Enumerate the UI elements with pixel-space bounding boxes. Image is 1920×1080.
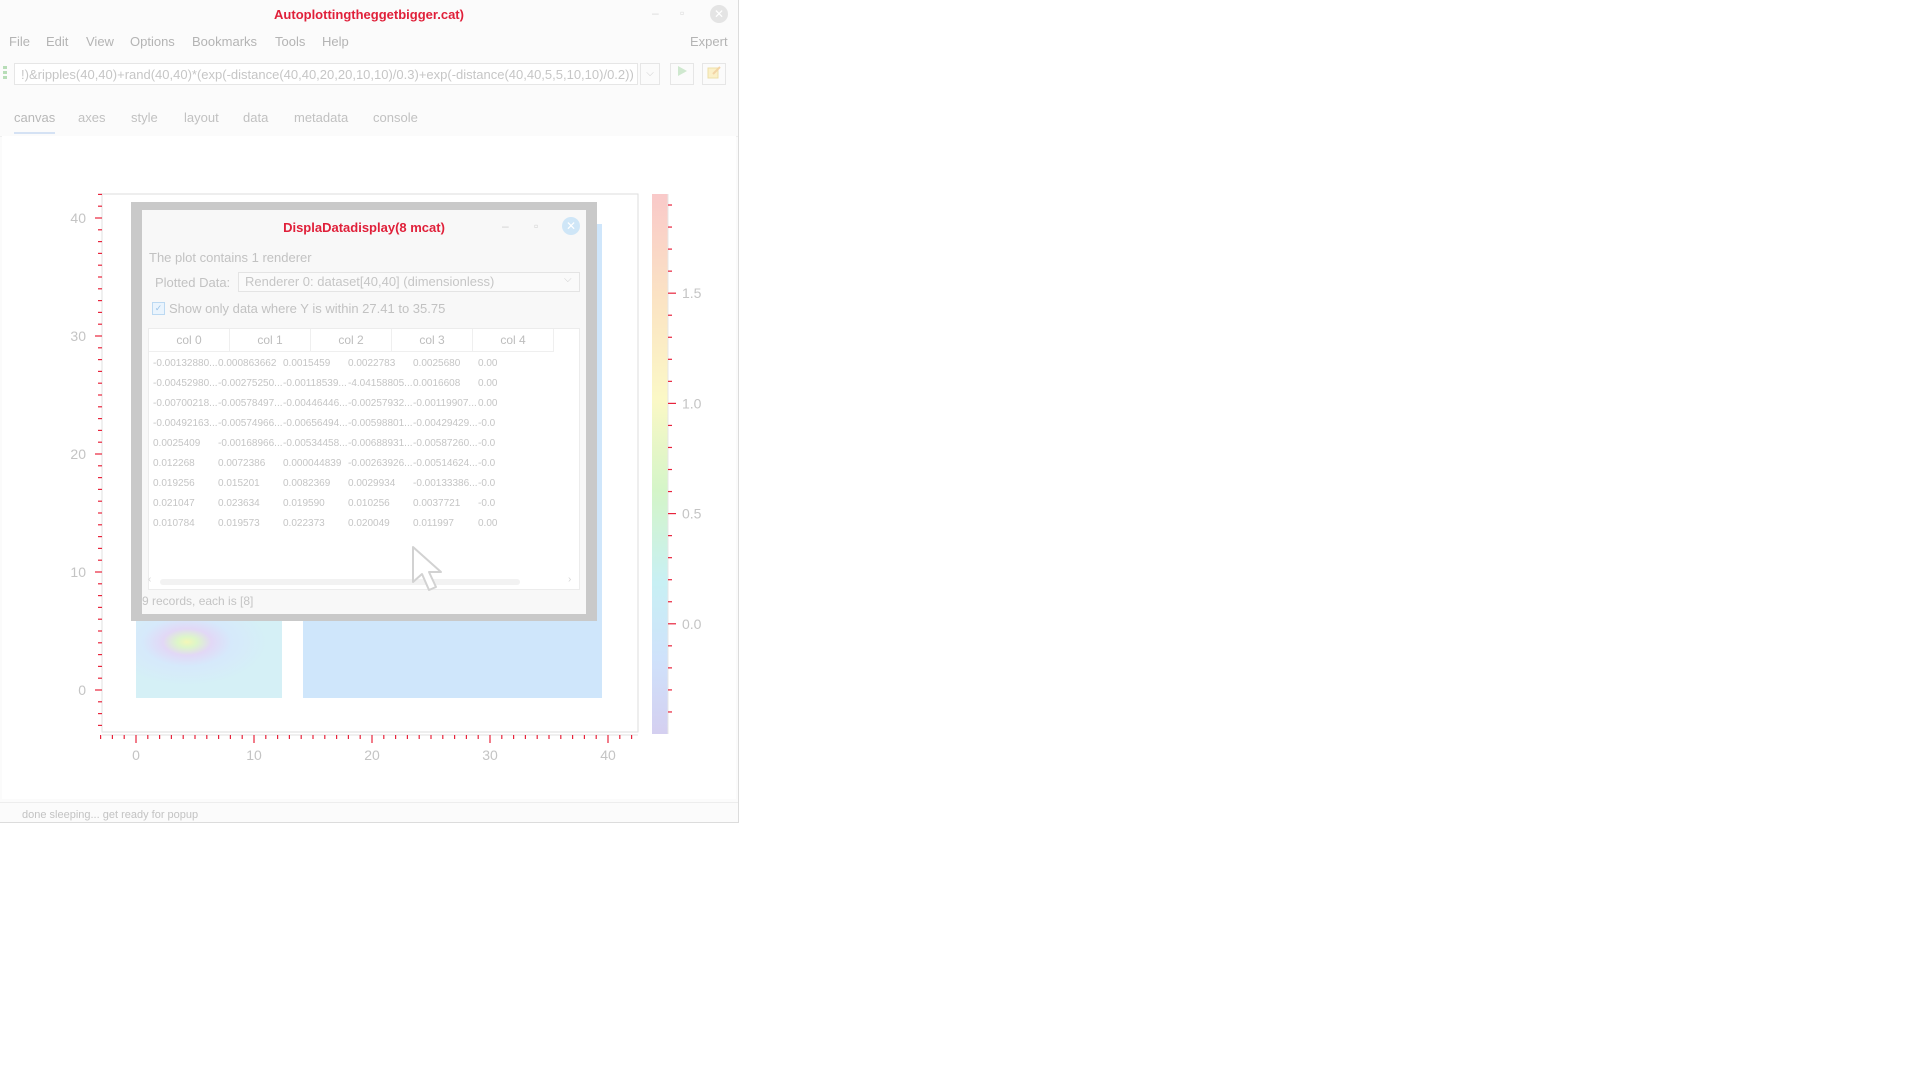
- x-tick-label: 30: [482, 747, 498, 763]
- colorbar-tick-label: 0.5: [682, 506, 702, 522]
- dialog-minimize-icon[interactable]: –: [502, 219, 509, 233]
- y-tick-label: 20: [70, 446, 86, 462]
- filter-checkbox-label[interactable]: Show only data where Y is within 27.41 t…: [169, 301, 445, 316]
- heatmap-peak: [136, 618, 282, 698]
- column-header[interactable]: col 1: [230, 329, 311, 352]
- colorbar-tick-label: 1.5: [682, 285, 702, 301]
- data-display-dialog: DisplaDatadisplay(8 mcat) – ▫ ✕ The plot…: [142, 210, 586, 614]
- scroll-left-icon[interactable]: ‹: [148, 574, 151, 585]
- plotted-data-label: Plotted Data:: [155, 275, 231, 290]
- records-footer: 9 records, each is [8]: [142, 594, 254, 608]
- scroll-right-icon[interactable]: ›: [568, 574, 571, 585]
- table-cell[interactable]: 0.00: [478, 398, 554, 409]
- y-axis: 0 10 20 30 40: [70, 193, 102, 727]
- table-cell[interactable]: -0.0: [478, 458, 554, 469]
- colorbar-axis-ticks: 1.5 1.0 0.5 0.0: [668, 204, 702, 713]
- x-axis: 0 10 20 30 40: [99, 735, 633, 763]
- colorbar-tick-label: 0.0: [682, 616, 702, 632]
- renderer-info: The plot contains 1 renderer: [149, 250, 312, 265]
- column-header[interactable]: col 2: [311, 329, 392, 352]
- table-cell[interactable]: -0.0: [478, 418, 554, 429]
- y-tick-label: 40: [70, 210, 86, 226]
- y-tick-label: 0: [78, 682, 86, 698]
- x-tick-label: 20: [364, 747, 380, 763]
- column-header[interactable]: col 3: [392, 329, 473, 352]
- colorbar: [652, 194, 668, 734]
- table-cell[interactable]: -0.0: [478, 498, 554, 509]
- column-header[interactable]: col 4: [473, 329, 554, 352]
- table-cell[interactable]: -0.0: [478, 478, 554, 489]
- table-cell[interactable]: 0.00: [478, 378, 554, 389]
- plotted-data-select[interactable]: Renderer 0: dataset[40,40] (dimensionles…: [238, 272, 580, 292]
- mouse-cursor-icon: [412, 546, 442, 591]
- data-table[interactable]: col 0 col 1 col 2 col 3 col 4 -0.0013288…: [148, 328, 580, 590]
- heatmap-gap: [282, 618, 303, 698]
- x-tick-label: 40: [600, 747, 616, 763]
- x-tick-label: 10: [246, 747, 262, 763]
- column-header[interactable]: col 0: [149, 329, 230, 352]
- dialog-maximize-icon[interactable]: ▫: [534, 219, 538, 233]
- horizontal-scrollbar[interactable]: ‹ ›: [148, 574, 578, 587]
- status-text: done sleeping... get ready for popup: [22, 809, 199, 821]
- dialog-close-icon[interactable]: ✕: [562, 217, 580, 235]
- table-cell[interactable]: 0.00: [478, 358, 554, 369]
- x-tick-label: 0: [132, 747, 140, 763]
- table-cell[interactable]: -0.0: [478, 438, 554, 449]
- chevron-down-icon[interactable]: ⌵: [564, 274, 572, 285]
- table-cell[interactable]: 0.00: [478, 518, 554, 529]
- scrollbar-thumb[interactable]: [160, 579, 520, 585]
- dialog-title: DisplaDatadisplay(8 mcat): [283, 220, 445, 235]
- colorbar-tick-label: 1.0: [682, 395, 702, 411]
- y-tick-label: 10: [70, 564, 86, 580]
- y-tick-label: 30: [70, 328, 86, 344]
- status-bar: done sleeping... get ready for popup: [0, 802, 738, 823]
- filter-checkbox[interactable]: ✓: [152, 302, 165, 315]
